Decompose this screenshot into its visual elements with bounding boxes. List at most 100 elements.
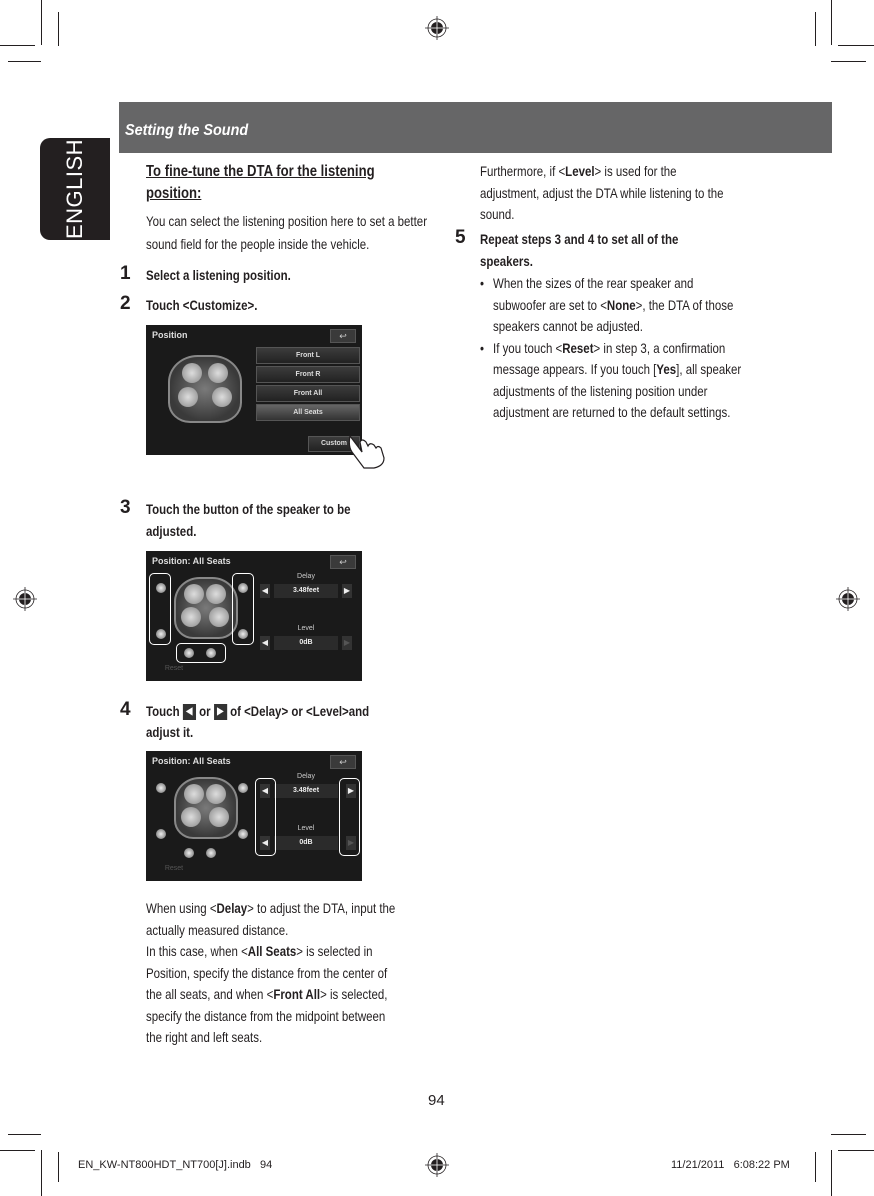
- seat-icon: [184, 784, 204, 804]
- level-decrease-button[interactable]: ◀: [260, 636, 270, 650]
- step-number: 1: [120, 263, 131, 284]
- language-tab: ENGLISH: [40, 138, 110, 240]
- registration-mark-icon: [425, 16, 449, 40]
- text-run: actually measured distance.: [146, 921, 289, 938]
- reset-button[interactable]: Reset: [154, 665, 194, 672]
- text-line: Furthermore, if <Level> is used for the: [480, 160, 677, 182]
- crop-mark: [0, 1150, 35, 1151]
- text-run: message appears. If you touch [: [493, 361, 657, 377]
- footer-timestamp: 11/21/2011 6:08:22 PM: [671, 1159, 790, 1171]
- text-run: the right and left seats.: [146, 1029, 263, 1045]
- level-increase-button[interactable]: ▶: [342, 636, 352, 650]
- subwoofer-right[interactable]: [206, 848, 216, 858]
- position-screenshot: Position ↩ Front L Front R Front All All…: [146, 325, 362, 455]
- text-run: > in step 3, a confirmation: [593, 339, 726, 356]
- all-seats-screenshot: Position: All Seats ↩ Delay ◀ 3.48feet ▶…: [146, 551, 362, 681]
- text-run: If you touch <: [493, 339, 563, 356]
- crop-mark: [831, 1134, 866, 1135]
- bullet-icon: •: [480, 339, 485, 356]
- crop-mark: [58, 12, 59, 46]
- screen-title: Position: All Seats: [152, 556, 231, 566]
- seat-icon: [209, 807, 229, 827]
- seat-icon: [182, 363, 202, 383]
- text-run-bold: Front All: [273, 986, 321, 1002]
- text-line: message appears. If you touch [Yes], all…: [493, 358, 741, 380]
- seat-diagram: [174, 777, 238, 839]
- speaker-front-left[interactable]: [156, 783, 166, 793]
- reset-button[interactable]: Reset: [154, 865, 194, 872]
- speaker-front-right[interactable]: [238, 783, 248, 793]
- text-run-bold: Level: [565, 163, 595, 179]
- level-label: Level: [297, 825, 315, 832]
- highlight-outline: [232, 573, 254, 645]
- highlight-outline: [149, 573, 171, 645]
- registration-mark-icon: [836, 587, 860, 611]
- text-line: speakers cannot be adjusted.: [493, 315, 643, 337]
- seat-icon: [209, 607, 229, 627]
- section-title: position:: [146, 185, 202, 202]
- text-run-bold: None: [606, 296, 636, 313]
- level-label: Level: [297, 625, 315, 632]
- text-run: sound.: [480, 206, 515, 222]
- crop-mark: [831, 1150, 832, 1196]
- language-label: ENGLISH: [62, 138, 87, 240]
- screen-title: Position: [152, 330, 188, 340]
- text-run: speakers cannot be adjusted.: [493, 318, 643, 334]
- text-line: When the sizes of the rear speaker and: [493, 272, 693, 294]
- text-line: In this case, when <All Seats> is select…: [146, 940, 373, 962]
- text-line: adjustments of the listening position un…: [493, 380, 707, 402]
- seat-icon: [178, 387, 198, 407]
- text-run: When using <: [146, 900, 217, 916]
- text-run: >, the DTA of those: [635, 296, 734, 313]
- text-line: actually measured distance.: [146, 919, 288, 941]
- option-all-seats[interactable]: All Seats: [256, 404, 360, 421]
- delay-label: Delay: [297, 773, 315, 780]
- back-arrow-icon: ↩: [330, 755, 356, 769]
- text-run: In this case, when <: [146, 943, 248, 959]
- step-text: adjusted.: [146, 523, 197, 539]
- step-number: 5: [455, 227, 466, 248]
- seat-diagram: [174, 577, 238, 639]
- speaker-rear-right[interactable]: [238, 829, 248, 839]
- text-line: the right and left seats.: [146, 1026, 262, 1048]
- text-run: specify the distance from the midpoint b…: [146, 1007, 386, 1024]
- step-number: 2: [120, 293, 131, 314]
- option-front-all[interactable]: Front All: [256, 385, 360, 402]
- option-front-l[interactable]: Front L: [256, 347, 360, 364]
- crop-mark: [41, 1150, 42, 1196]
- speaker-rear-left[interactable]: [156, 829, 166, 839]
- delay-increase-button[interactable]: ▶: [342, 584, 352, 598]
- text-run: > is used for the: [594, 163, 677, 179]
- text-line: subwoofer are set to <None>, the DTA of …: [493, 294, 733, 316]
- text-run: the all seats, and when <: [146, 986, 274, 1002]
- crop-mark: [8, 61, 41, 62]
- left-arrow-icon: ◀: [182, 704, 196, 721]
- section-title: To fine-tune the DTA for the listening: [146, 163, 375, 180]
- text-run-bold: Delay: [216, 900, 248, 916]
- text-run: > is selected,: [320, 986, 388, 1002]
- text-line: sound.: [480, 203, 514, 225]
- section-header-title: Setting the Sound: [125, 122, 249, 139]
- text-line: If you touch <Reset> in step 3, a confir…: [493, 337, 725, 359]
- step-text: Touch <Customize>.: [146, 297, 258, 313]
- touch-hand-icon: [348, 434, 385, 469]
- adjust-screenshot: Position: All Seats ↩ Delay ◀ 3.48feet ▶…: [146, 751, 362, 881]
- text-run: When the sizes of the rear speaker and: [493, 275, 694, 291]
- delay-decrease-button[interactable]: ◀: [260, 584, 270, 598]
- text-run: Furthermore, if <: [480, 163, 566, 179]
- crop-mark: [831, 61, 866, 62]
- text-line: the all seats, and when <Front All> is s…: [146, 983, 387, 1005]
- seat-icon: [181, 807, 201, 827]
- step4-suffix: of <Delay> or <Level>and: [230, 703, 370, 719]
- step-text: Repeat steps 3 and 4 to set all of the: [480, 231, 679, 247]
- subwoofer-left[interactable]: [184, 848, 194, 858]
- step4-mid: or: [199, 703, 211, 719]
- highlight-outline: [176, 643, 226, 663]
- text-run-bold: All Seats: [247, 943, 297, 959]
- level-value: 0dB: [274, 836, 338, 850]
- crop-mark: [831, 0, 832, 45]
- text-run: Position, specify the distance from the …: [146, 964, 388, 981]
- step-text: speakers.: [480, 253, 533, 269]
- option-front-r[interactable]: Front R: [256, 366, 360, 383]
- step-text: Select a listening position.: [146, 267, 291, 283]
